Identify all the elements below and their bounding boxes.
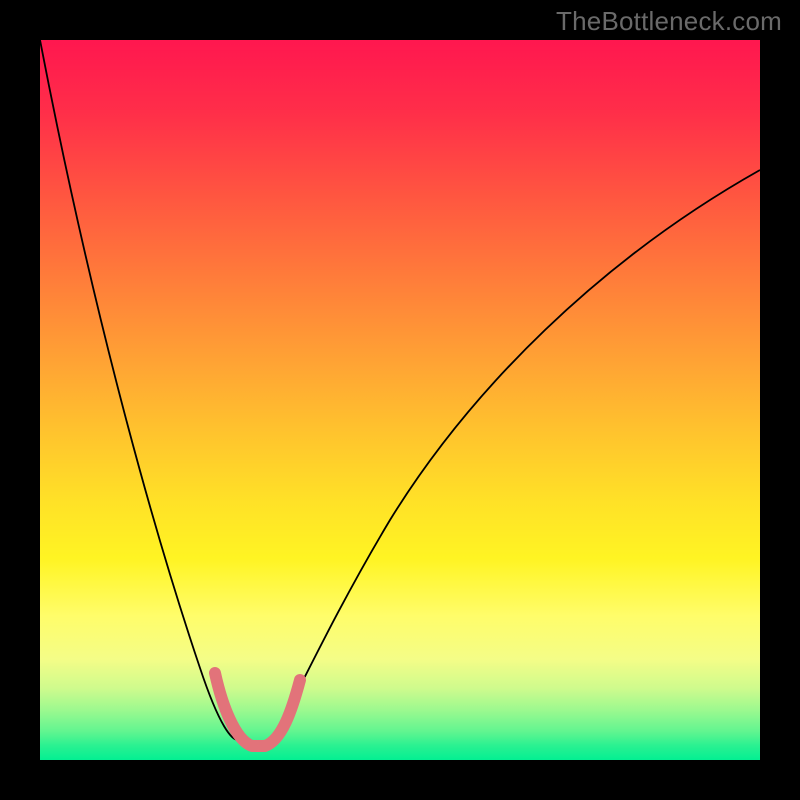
curve-left [40,40,238,740]
curve-right [272,170,760,740]
plot-area [40,40,760,760]
pink-valley-segment [215,673,300,746]
chart-frame: TheBottleneck.com [0,0,800,800]
watermark-text: TheBottleneck.com [556,6,782,37]
curve-overlay [40,40,760,760]
